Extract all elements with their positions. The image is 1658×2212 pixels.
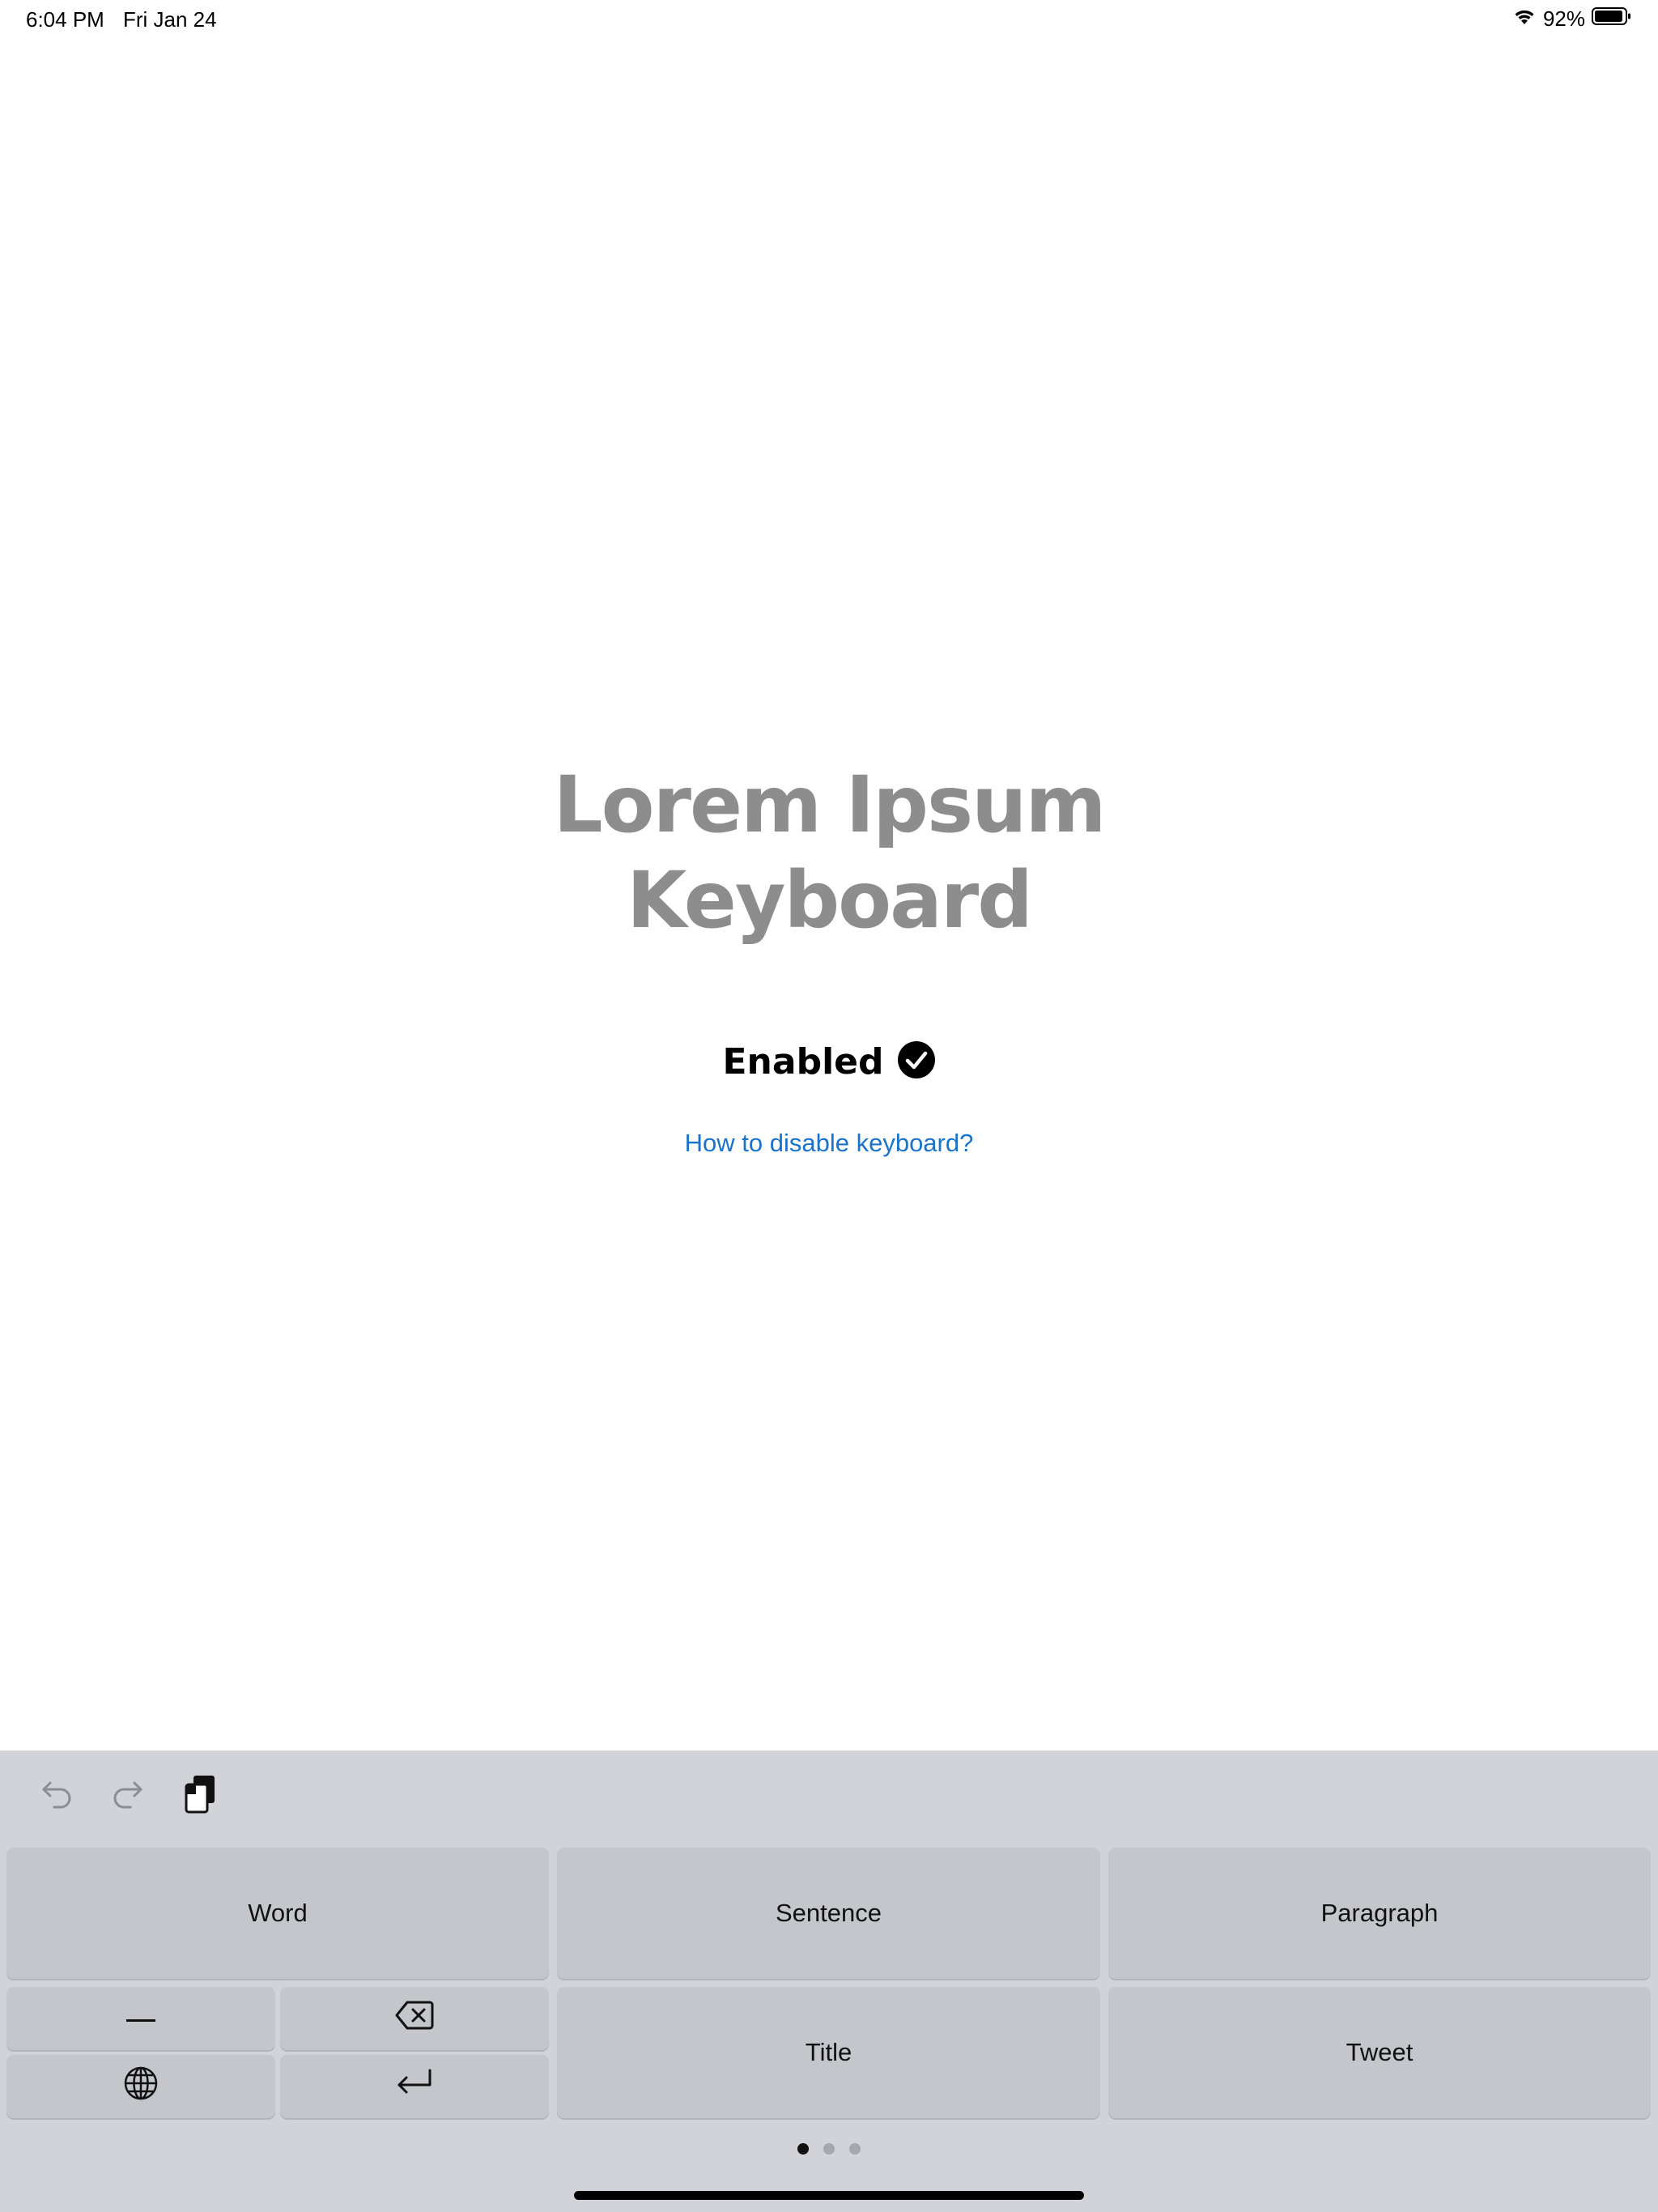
tweet-key-label: Tweet bbox=[1346, 2038, 1414, 2066]
page-indicator[interactable] bbox=[0, 2143, 1658, 2155]
undo-arrow-icon bbox=[39, 1776, 74, 1816]
home-indicator[interactable] bbox=[574, 2191, 1084, 2200]
keyboard-status: Enabled bbox=[0, 1040, 1658, 1083]
sentence-key-label: Sentence bbox=[776, 1899, 882, 1927]
title-key[interactable]: Title bbox=[557, 1987, 1100, 2118]
status-date: Fri Jan 24 bbox=[123, 7, 217, 32]
paragraph-key[interactable]: Paragraph bbox=[1108, 1848, 1651, 1979]
page-dot[interactable] bbox=[823, 2143, 835, 2155]
dash-icon bbox=[125, 2003, 157, 2034]
page-dot[interactable] bbox=[797, 2143, 809, 2155]
app-title-line2: Keyboard bbox=[627, 855, 1033, 946]
paragraph-key-label: Paragraph bbox=[1320, 1899, 1439, 1927]
word-key[interactable]: Word bbox=[6, 1848, 549, 1979]
undo-button[interactable] bbox=[32, 1772, 81, 1820]
redo-arrow-icon bbox=[110, 1776, 146, 1816]
app-title: Lorem Ipsum Keyboard bbox=[0, 757, 1658, 948]
clipboard-icon bbox=[181, 1773, 220, 1819]
app-title-line1: Lorem Ipsum bbox=[553, 759, 1107, 850]
globe-icon bbox=[123, 2065, 159, 2108]
status-indicators: 92% bbox=[1512, 6, 1632, 32]
delete-key[interactable] bbox=[280, 1987, 549, 2050]
battery-icon bbox=[1592, 6, 1632, 32]
word-key-label: Word bbox=[248, 1899, 308, 1927]
clipboard-button[interactable] bbox=[176, 1772, 225, 1820]
wifi-icon bbox=[1512, 6, 1537, 32]
enabled-label: Enabled bbox=[722, 1041, 884, 1083]
battery-percent: 92% bbox=[1542, 6, 1585, 31]
sentence-key[interactable]: Sentence bbox=[557, 1848, 1100, 1979]
tweet-key[interactable]: Tweet bbox=[1108, 1987, 1651, 2118]
return-icon bbox=[394, 2067, 435, 2106]
status-time: 6:04 PM bbox=[26, 7, 104, 32]
status-bar: 6:04 PM Fri Jan 24 92% bbox=[0, 0, 1658, 40]
screen: 6:04 PM Fri Jan 24 92% Lorem Ipsum Keybo… bbox=[0, 0, 1658, 2212]
checkmark-circle-icon bbox=[897, 1040, 936, 1083]
disable-keyboard-link[interactable]: How to disable keyboard? bbox=[0, 1129, 1658, 1158]
page-dot[interactable] bbox=[849, 2143, 861, 2155]
dash-key[interactable] bbox=[6, 1987, 275, 2050]
globe-key[interactable] bbox=[6, 2055, 275, 2118]
title-key-label: Title bbox=[805, 2038, 852, 2066]
return-key[interactable] bbox=[280, 2055, 549, 2118]
delete-backward-icon bbox=[394, 1999, 435, 2038]
redo-button[interactable] bbox=[104, 1772, 152, 1820]
